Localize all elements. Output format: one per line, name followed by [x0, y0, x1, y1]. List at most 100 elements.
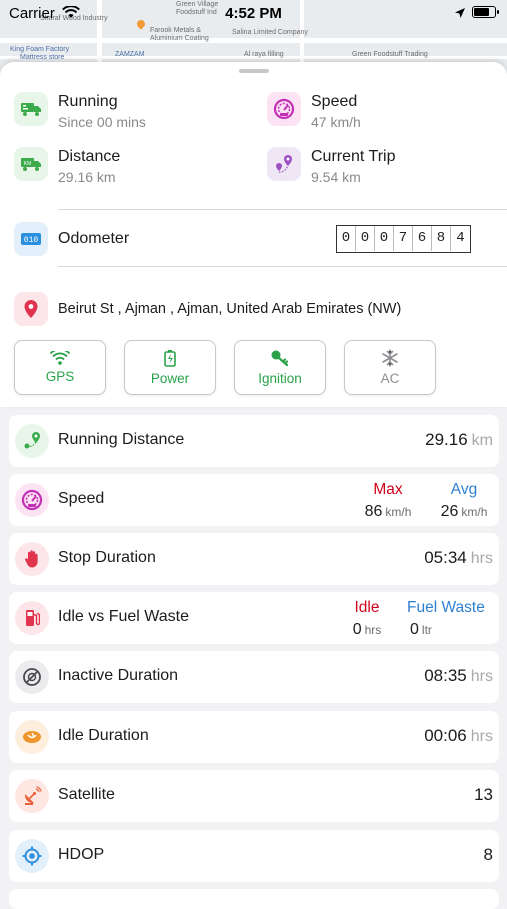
map-label: ZAMZAM — [115, 51, 145, 58]
fuel-waste-value: 0 — [410, 621, 419, 638]
snowflake-icon — [382, 349, 398, 367]
svg-text:KM: KM — [24, 161, 32, 167]
divider — [58, 266, 507, 267]
value-unit: hrs — [470, 728, 493, 745]
running-title: Running — [58, 93, 118, 110]
fuel-waste-label: Fuel Waste — [407, 599, 485, 616]
idle-engine-icon — [15, 720, 49, 754]
card-value: 05:34 hrs — [424, 548, 493, 568]
avg-value: 26 — [440, 503, 459, 520]
value-number: 05:34 — [424, 548, 467, 567]
map-label: Al raya filling — [244, 51, 284, 58]
truck-km-icon: KM — [14, 147, 48, 181]
fuel-waste-unit: ltr — [421, 623, 432, 637]
card-value: 00:06 hrs — [424, 726, 493, 746]
distance-status: KM Distance 29.16 km — [14, 147, 254, 187]
status-bar: Carrier 4:52 PM — [0, 0, 507, 28]
gps-chip[interactable]: GPS — [14, 340, 106, 395]
card-value: 08:35 hrs — [424, 666, 493, 686]
speed-avg: Avg 26 km/h — [433, 481, 495, 521]
address-row: Beirut St , Ajman , Ajman, United Arab E… — [14, 292, 494, 326]
next-card[interactable] — [9, 889, 499, 909]
speedometer-icon — [15, 483, 49, 517]
card-value: 8 — [483, 845, 493, 864]
ignition-chip[interactable]: Ignition — [234, 340, 326, 395]
speedometer-icon — [267, 92, 301, 126]
card-value: 13 — [474, 785, 493, 804]
running-distance-card[interactable]: Running Distance 29.16 km — [9, 415, 499, 467]
route-icon — [15, 424, 49, 458]
current-trip-title: Current Trip — [311, 148, 396, 165]
running-status: Running Since 00 mins — [14, 92, 254, 132]
status-time: 4:52 PM — [225, 5, 282, 22]
ignition-chip-label: Ignition — [258, 371, 302, 386]
odometer-icon: 010 — [14, 222, 48, 256]
speed-sub: 47 km/h — [311, 114, 361, 130]
card-title: HDOP — [58, 846, 105, 863]
card-title: Stop Duration — [58, 549, 156, 566]
distance-sub: 29.16 km — [58, 169, 116, 185]
svg-text:010: 010 — [24, 236, 39, 245]
odometer-row: 010 Odometer 0 0 0 7 6 8 4 — [14, 222, 494, 258]
max-unit: km/h — [385, 505, 412, 519]
map-label: Green Foodstuff Trading — [352, 51, 428, 58]
card-title: Idle Duration — [58, 727, 149, 744]
location-arrow-icon — [455, 8, 465, 18]
odometer-display: 0 0 0 7 6 8 4 — [336, 225, 471, 253]
fuel-waste-stat: Fuel Waste 0 ltr — [407, 599, 497, 639]
stop-duration-card[interactable]: Stop Duration 05:34 hrs — [9, 533, 499, 585]
idle-value: 0 — [352, 621, 362, 638]
current-trip-status: Current Trip 9.54 km — [267, 147, 507, 187]
idle-label: Idle — [354, 599, 380, 616]
ac-chip[interactable]: AC — [344, 340, 436, 395]
power-chip[interactable]: Power — [124, 340, 216, 395]
sheet-grabber[interactable] — [239, 69, 269, 73]
odometer-digit: 6 — [413, 226, 432, 251]
speed-title: Speed — [311, 93, 358, 110]
running-sub: Since 00 mins — [58, 114, 146, 130]
value-number: 08:35 — [424, 666, 467, 685]
satellite-dish-icon — [15, 779, 49, 813]
speed-max: Max 86 km/h — [357, 481, 419, 521]
avg-unit: km/h — [461, 505, 488, 519]
key-icon — [271, 350, 289, 367]
divider — [58, 209, 507, 210]
speed-status: Speed 47 km/h — [267, 92, 507, 132]
hdop-card[interactable]: HDOP 8 — [9, 830, 499, 882]
idle-duration-card[interactable]: Idle Duration 00:06 hrs — [9, 711, 499, 763]
value-unit: hrs — [470, 668, 493, 685]
card-title: Speed — [58, 490, 105, 507]
card-title: Idle vs Fuel Waste — [58, 608, 190, 625]
map-label: King Foam Factory — [10, 46, 70, 53]
max-value: 86 — [364, 503, 383, 520]
idle-fuel-card[interactable]: Idle vs Fuel Waste Idle 0 hrs Fuel Waste … — [9, 592, 499, 644]
distance-title: Distance — [58, 148, 121, 165]
value-number: 29.16 — [425, 430, 468, 449]
location-pin-icon — [14, 292, 48, 326]
odometer-digit: 7 — [394, 226, 413, 251]
power-chip-label: Power — [150, 371, 190, 386]
value-number: 00:06 — [424, 726, 467, 745]
map-label: Aluminium Coating — [150, 35, 209, 42]
battery-icon — [164, 350, 176, 367]
address-text: Beirut St , Ajman , Ajman, United Arab E… — [58, 301, 402, 317]
card-value: 29.16 km — [425, 430, 493, 450]
battery-icon — [472, 6, 499, 18]
max-label: Max — [373, 481, 403, 498]
odometer-digit: 0 — [375, 226, 394, 251]
speed-card[interactable]: Speed Max 86 km/h Avg 26 km/h — [9, 474, 499, 526]
wifi-icon — [50, 351, 70, 365]
gps-chip-label: GPS — [45, 369, 75, 384]
odometer-digit: 0 — [356, 226, 375, 251]
odometer-digit: 4 — [456, 230, 465, 246]
fuel-pump-icon — [15, 601, 49, 635]
current-trip-sub: 9.54 km — [311, 169, 361, 185]
odometer-digit: 8 — [432, 226, 451, 251]
satellite-card[interactable]: Satellite 13 — [9, 770, 499, 822]
card-title: Running Distance — [58, 431, 185, 448]
map-label: Farook Metals & — [150, 27, 201, 34]
odometer-label: Odometer — [58, 230, 130, 247]
inactive-duration-card[interactable]: Inactive Duration 08:35 hrs — [9, 651, 499, 703]
crosshair-icon — [15, 839, 49, 873]
map-label: Salina Limited Company — [232, 29, 308, 36]
